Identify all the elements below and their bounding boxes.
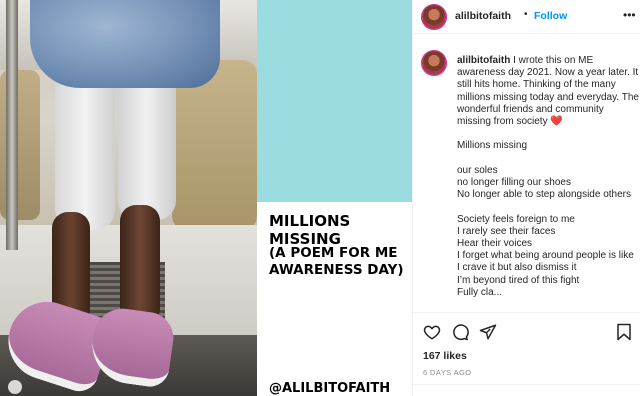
bookmark-icon[interactable] bbox=[615, 323, 633, 341]
caption-line: our soles bbox=[457, 164, 498, 176]
comment-icon[interactable] bbox=[451, 323, 469, 341]
avatar[interactable] bbox=[422, 51, 446, 75]
poem-subtitle: (A POEM FOR ME AWARENESS DAY) bbox=[269, 245, 404, 278]
post-header: alilbitofaith • Follow ••• bbox=[413, 0, 640, 34]
follow-button[interactable]: Follow bbox=[534, 10, 567, 22]
post-photo bbox=[0, 0, 257, 396]
separator-dot: • bbox=[524, 9, 528, 20]
tag-indicator-icon[interactable] bbox=[8, 380, 22, 394]
caption-heading: Millions missing bbox=[457, 140, 528, 152]
likes-count[interactable]: 167 likes bbox=[423, 350, 467, 362]
caption-area[interactable]: alilbitofaith I wrote this on ME awarene… bbox=[413, 35, 640, 312]
comment-bar[interactable] bbox=[413, 384, 640, 396]
caption-line: I rarely see their faces bbox=[457, 225, 556, 237]
photo-skirt bbox=[30, 0, 220, 88]
caption-line: I’m beyond tired of this fight bbox=[457, 274, 580, 286]
post-sidebar: alilbitofaith • Follow ••• alilbitofaith… bbox=[412, 0, 640, 396]
photo-calf bbox=[120, 205, 160, 325]
caption-line: Fully cla... bbox=[457, 286, 503, 298]
caption-line: no longer filling our shoes bbox=[457, 177, 571, 188]
heart-emoji: ❤️ bbox=[550, 116, 563, 128]
more-horizontal-icon[interactable]: ••• bbox=[623, 8, 636, 22]
caption-line: I crave it but also dismiss it bbox=[457, 262, 577, 274]
photo-pole bbox=[6, 0, 18, 250]
caption-text: alilbitofaith I wrote this on ME awarene… bbox=[457, 55, 639, 311]
poem-handle: @ALILBITOFAITH bbox=[269, 381, 391, 396]
post-media[interactable]: MILLIONS MISSING (A POEM FOR ME AWARENES… bbox=[0, 0, 412, 396]
teal-block bbox=[257, 0, 412, 202]
caption-line: No longer able to step alongside others bbox=[457, 189, 632, 201]
poem-title: MILLIONS MISSING bbox=[269, 212, 351, 248]
username[interactable]: alilbitofaith bbox=[455, 10, 511, 22]
avatar[interactable] bbox=[422, 5, 446, 29]
action-bar bbox=[413, 312, 640, 348]
post-timestamp[interactable]: 6 DAYS AGO bbox=[423, 368, 471, 377]
caption-line: Hear their voices bbox=[457, 238, 533, 249]
share-icon[interactable] bbox=[479, 323, 497, 341]
caption-line: Society feels foreign to me bbox=[457, 213, 575, 225]
caption-username[interactable]: alilbitofaith bbox=[457, 55, 510, 66]
caption-line: I forget what being around people is lik… bbox=[457, 250, 634, 262]
heart-icon[interactable] bbox=[423, 323, 441, 341]
